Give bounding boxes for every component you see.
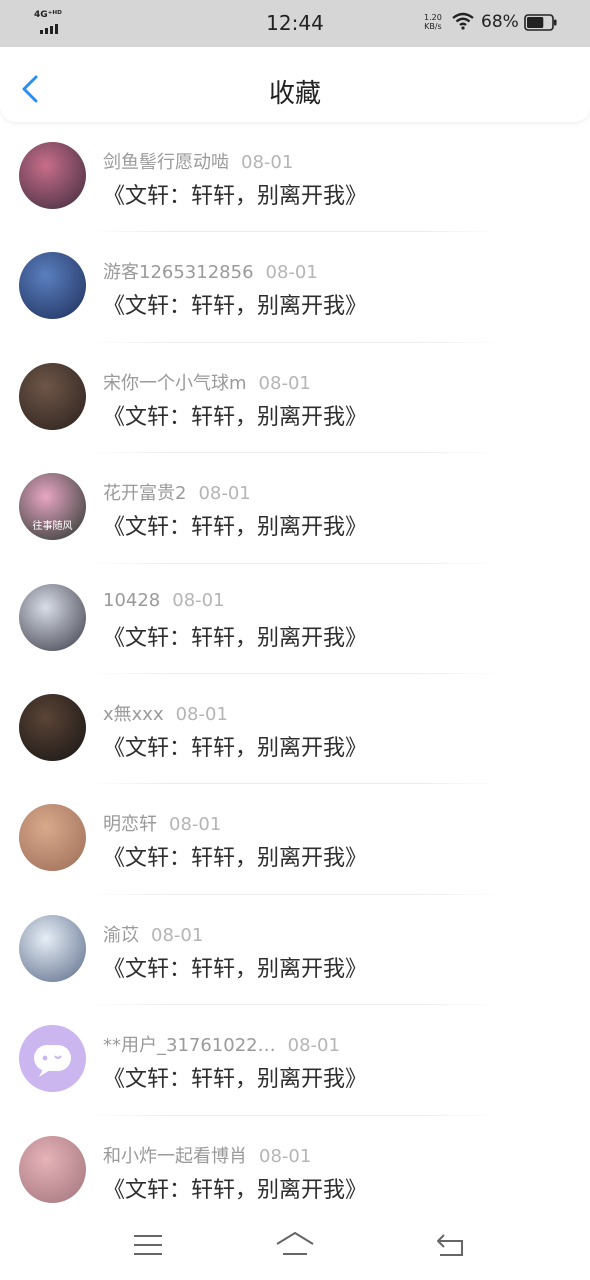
favorites-list: 剑鱼髻行愿动啮 08-01 《文轩：轩轩，别离开我》 游客1265312856 08-0… (0, 122, 590, 1226)
story-title[interactable]: 《文轩：轩轩，别离开我》 (103, 1061, 367, 1093)
item-date: 08-01 (169, 814, 222, 836)
battery-icon (524, 14, 557, 31)
username[interactable]: 10428 (103, 590, 160, 611)
wifi-icon (452, 12, 474, 30)
item-date: 08-01 (265, 262, 318, 284)
list-item[interactable]: 渝苡 08-01 《文轩：轩轩，别离开我》 (0, 895, 590, 1006)
item-meta: **用户_31761022… 08-01 (103, 1031, 340, 1057)
menu-button[interactable] (128, 1230, 168, 1260)
item-meta: 和小炸一起看博肖 08-01 (103, 1142, 311, 1168)
avatar[interactable] (19, 142, 86, 209)
home-icon (276, 1232, 314, 1255)
username[interactable]: x無xxx (103, 704, 164, 725)
list-item[interactable]: x無xxx 08-01 《文轩：轩轩，别离开我》 (0, 674, 590, 785)
item-date: 08-01 (241, 152, 294, 173)
username[interactable]: **用户_31761022… (103, 1035, 276, 1056)
item-date: 08-01 (287, 1035, 340, 1057)
username[interactable]: 渝苡 (103, 925, 139, 946)
story-title[interactable]: 《文轩：轩轩，别离开我》 (103, 620, 367, 652)
page-title: 收藏 (268, 79, 321, 109)
item-meta: 10428 08-01 (103, 590, 225, 611)
list-item[interactable]: 往事随风 花开富贵2 08-01 《文轩：轩轩，别离开我》 (0, 453, 590, 564)
avatar[interactable] (19, 693, 86, 761)
username[interactable]: 游客1265312856 (103, 262, 254, 283)
avatar[interactable]: 往事随风 (19, 473, 86, 541)
list-item[interactable]: 宋你一个小气球m 08-01 《文轩：轩轩，别离开我》 (0, 343, 590, 454)
username[interactable]: 剑鱼髻行愿动啮 (103, 152, 229, 173)
item-date: 08-01 (258, 372, 311, 394)
username[interactable]: 花开富贵2 (103, 483, 186, 504)
story-title[interactable]: 《文轩：轩轩，别离开我》 (103, 399, 367, 431)
item-date: 08-01 (259, 1145, 312, 1167)
list-item[interactable]: 和小炸一起看博肖 08-01 《文轩：轩轩，别离开我》 (0, 1116, 590, 1226)
list-item[interactable]: 明恋轩 08-01 《文轩：轩轩，别离开我》 (0, 784, 590, 895)
item-date: 08-01 (175, 703, 228, 725)
story-title[interactable]: 《文轩：轩轩，别离开我》 (103, 730, 367, 762)
story-title[interactable]: 《文轩：轩轩，别离开我》 (103, 1172, 367, 1204)
story-title[interactable]: 《文轩：轩轩，别离开我》 (103, 288, 367, 320)
item-meta: 宋你一个小气球m 08-01 (103, 369, 311, 395)
item-date: 08-01 (151, 924, 204, 946)
item-date: 08-01 (198, 483, 251, 505)
menu-icon (134, 1235, 162, 1255)
story-title[interactable]: 《文轩：轩轩，别离开我》 (103, 509, 367, 541)
status-bar: 4G⁺ᴴᴰ 12:44 1.20 KB/s 68% (0, 0, 590, 47)
item-meta: 渝苡 08-01 (103, 921, 203, 947)
username[interactable]: 明恋轩 (103, 814, 157, 835)
home-button[interactable] (275, 1230, 315, 1260)
username[interactable]: 和小炸一起看博肖 (103, 1146, 247, 1167)
header: 收藏 (0, 47, 590, 122)
username[interactable]: 宋你一个小气球m (103, 373, 247, 394)
item-meta: x無xxx 08-01 (103, 700, 228, 726)
list-item[interactable]: 剑鱼髻行愿动啮 08-01 《文轩：轩轩，别离开我》 (0, 122, 590, 233)
avatar-caption: 往事随风 (32, 521, 73, 533)
return-button[interactable] (432, 1230, 472, 1260)
story-title[interactable]: 《文轩：轩轩，别离开我》 (103, 951, 367, 983)
item-date: 08-01 (172, 589, 225, 611)
item-meta: 剑鱼髻行愿动啮 08-01 (103, 148, 293, 174)
chat-bubble-icon (34, 1045, 71, 1078)
return-icon (437, 1234, 463, 1256)
avatar[interactable] (19, 583, 86, 651)
list-item[interactable]: **用户_31761022… 08-01 《文轩：轩轩，别离开我》 (0, 1005, 590, 1116)
item-meta: 游客1265312856 08-01 (103, 258, 318, 284)
battery-percent: 68% (481, 12, 519, 32)
item-meta: 明恋轩 08-01 (103, 810, 221, 836)
story-title[interactable]: 《文轩：轩轩，别离开我》 (103, 178, 367, 210)
avatar[interactable] (19, 1135, 86, 1203)
avatar[interactable] (19, 804, 86, 872)
avatar[interactable] (19, 914, 86, 982)
item-meta: 花开富贵2 08-01 (103, 479, 251, 505)
network-speed: 1.20 KB/s (424, 13, 442, 31)
story-title[interactable]: 《文轩：轩轩，别离开我》 (103, 840, 367, 872)
list-item[interactable]: 游客1265312856 08-01 《文轩：轩轩，别离开我》 (0, 232, 590, 343)
list-item[interactable]: 10428 08-01 《文轩：轩轩，别离开我》 (0, 564, 590, 674)
system-nav-bar (0, 1214, 590, 1280)
avatar[interactable] (19, 252, 86, 320)
avatar[interactable] (19, 1025, 86, 1093)
avatar[interactable] (19, 362, 86, 430)
